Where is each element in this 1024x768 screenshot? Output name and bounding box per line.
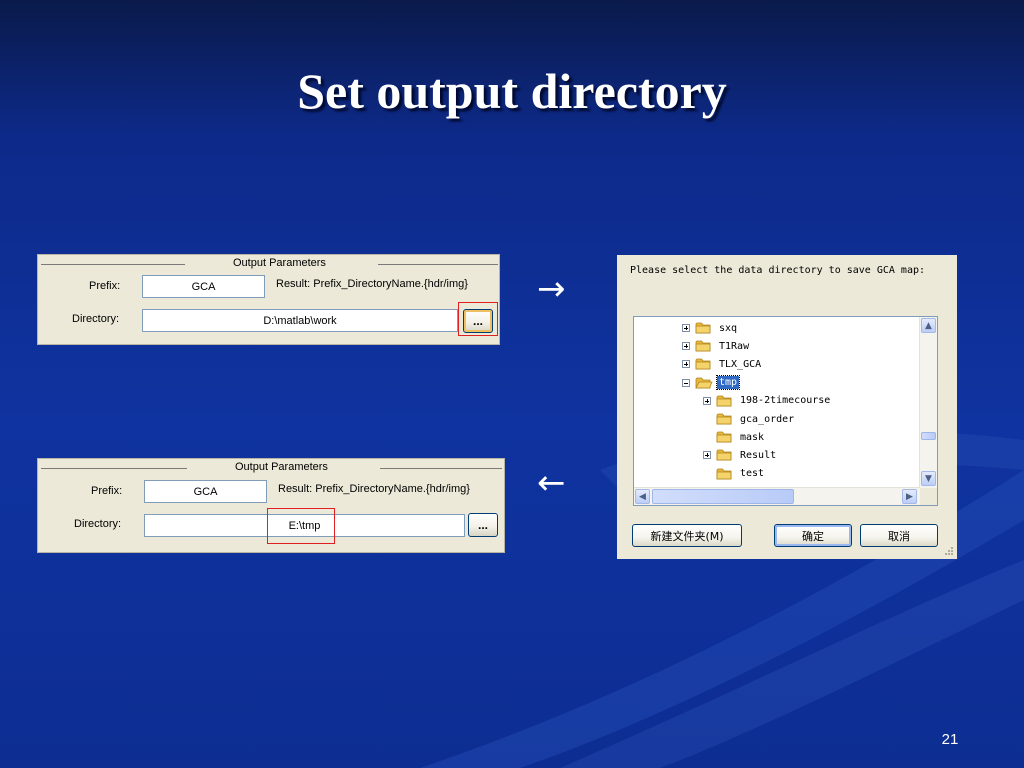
prefix-label: Prefix:: [91, 485, 123, 497]
result-format-label: Result: Prefix_DirectoryName.{hdr/img}: [276, 278, 468, 290]
new-folder-button[interactable]: 新建文件夹(M): [632, 524, 742, 547]
prefix-input[interactable]: GCA: [144, 480, 267, 503]
collapse-minus-icon[interactable]: [682, 378, 690, 387]
group-line-left: [41, 468, 187, 469]
scroll-up-icon[interactable]: ▲: [921, 318, 936, 333]
arrow-left-icon: ←: [537, 463, 566, 503]
vertical-scroll-thumb[interactable]: [921, 432, 936, 440]
group-line-left: [41, 264, 185, 265]
group-title: Output Parameters: [233, 257, 326, 269]
ok-button[interactable]: 确定: [774, 524, 852, 547]
folder-tree-item[interactable]: tmp: [682, 374, 741, 392]
folder-icon: [716, 395, 732, 407]
folder-icon: [716, 468, 732, 479]
folder-tree-item-label: TLX_GCA: [719, 358, 762, 370]
folder-tree-item-label: 198-2timecourse: [740, 395, 831, 407]
folder-tree[interactable]: sxq T1Raw TLX_GCAtmp 198-2timecourse gca_ord…: [633, 316, 938, 506]
expand-plus-icon[interactable]: [682, 360, 690, 369]
highlight-directory-value: [267, 508, 335, 544]
folder-tree-item-label: gca_order: [740, 413, 795, 425]
group-title: Output Parameters: [235, 461, 328, 473]
expand-plus-icon[interactable]: [682, 342, 690, 351]
browse-folder-dialog: Please select the data directory to save…: [617, 255, 957, 559]
folder-tree-item[interactable]: 198-2timecourse: [703, 392, 832, 410]
scroll-right-icon[interactable]: ▶: [902, 489, 917, 504]
expand-plus-icon[interactable]: [703, 451, 711, 460]
folder-icon: [695, 322, 711, 334]
dialog-prompt: Please select the data directory to save…: [630, 265, 926, 276]
output-parameters-panel-before: Output Parameters Prefix: GCA Result: Pr…: [37, 254, 500, 345]
scrollbar-corner: [920, 488, 937, 505]
folder-tree-item[interactable]: TLX_GCA: [682, 355, 763, 373]
slide-title: Set output directory: [297, 63, 727, 119]
prefix-input[interactable]: GCA: [142, 275, 265, 298]
resize-grip-icon[interactable]: [944, 546, 954, 556]
open-folder-icon: [695, 377, 713, 388]
prefix-label: Prefix:: [89, 280, 121, 292]
folder-tree-item-label: Result: [740, 449, 777, 461]
vertical-scrollbar[interactable]: ▲ ▼: [919, 317, 937, 488]
folder-tree-item-label: T1Raw: [719, 340, 750, 352]
folder-tree-item-label: mask: [740, 431, 765, 443]
folder-icon: [716, 413, 732, 425]
arrow-right-icon: →: [537, 269, 566, 309]
horizontal-scrollbar[interactable]: ◀ ▶: [634, 487, 920, 505]
group-line-right: [380, 468, 502, 469]
horizontal-scroll-thumb[interactable]: [652, 489, 794, 504]
browse-directory-button[interactable]: ...: [468, 513, 498, 537]
expand-plus-icon[interactable]: [703, 396, 711, 405]
folder-icon: [716, 449, 732, 461]
cancel-button[interactable]: 取消: [860, 524, 938, 547]
slide-number: 21: [941, 731, 959, 748]
directory-label: Directory:: [72, 313, 120, 325]
highlight-browse-button: [458, 302, 498, 336]
folder-tree-item-label: sxq: [719, 322, 738, 334]
folder-tree-item[interactable]: sxq: [682, 319, 739, 337]
folder-tree-item-label: test: [740, 468, 765, 480]
group-line-right: [378, 264, 498, 265]
output-parameters-panel-after: Output Parameters Prefix: GCA Result: Pr…: [37, 458, 505, 553]
folder-icon: [716, 431, 732, 443]
folder-tree-item[interactable]: T1Raw: [682, 337, 751, 355]
folder-tree-item[interactable]: mask: [703, 428, 766, 446]
result-format-label: Result: Prefix_DirectoryName.{hdr/img}: [278, 483, 470, 495]
folder-icon: [695, 358, 711, 370]
folder-icon: [695, 340, 711, 352]
folder-tree-item[interactable]: gca_order: [703, 410, 796, 428]
scroll-left-icon[interactable]: ◀: [635, 489, 650, 504]
folder-tree-item[interactable]: Result: [703, 446, 778, 464]
folder-tree-item-label: tmp: [715, 375, 741, 391]
directory-label: Directory:: [74, 518, 122, 530]
folder-tree-item[interactable]: test: [703, 465, 766, 483]
expand-plus-icon[interactable]: [682, 324, 690, 332]
scroll-down-icon[interactable]: ▼: [921, 471, 936, 486]
directory-input[interactable]: D:\matlab\work: [142, 309, 458, 332]
